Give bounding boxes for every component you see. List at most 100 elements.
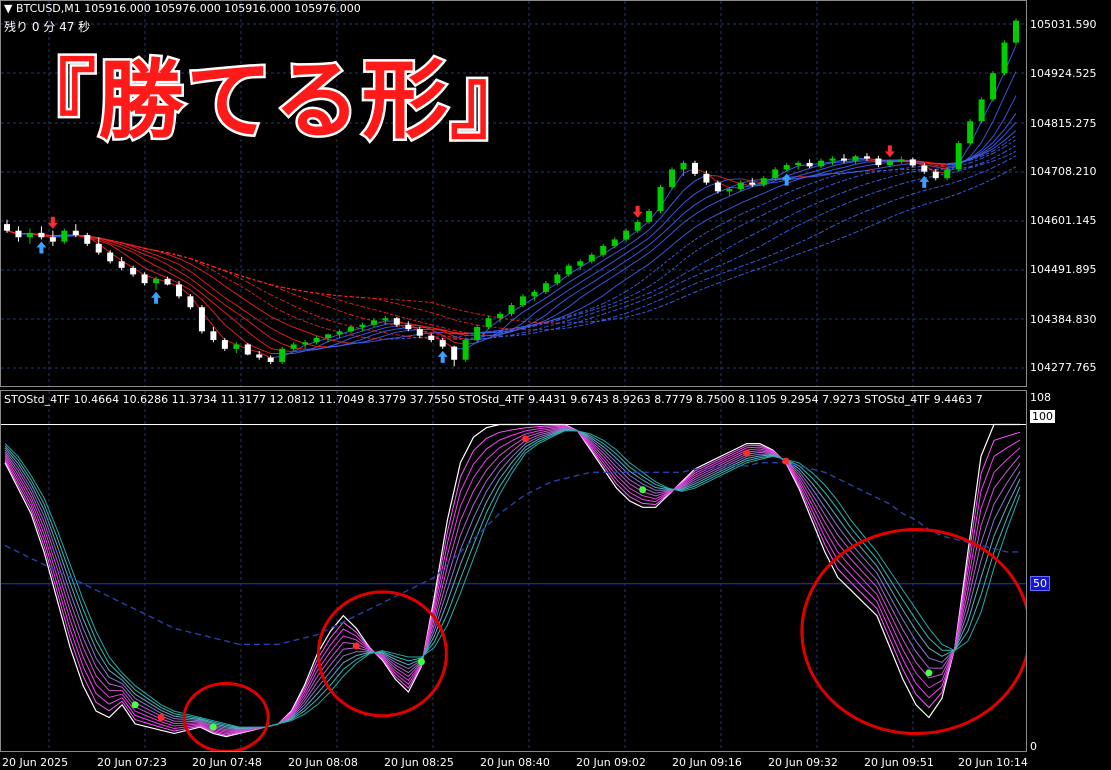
indicator-panel[interactable] [0,390,1027,752]
ma-segment [935,184,948,189]
ma-segment [625,260,638,269]
candle-body [703,173,710,183]
ma-segment [396,337,409,340]
ma-segment [373,297,386,300]
ma-segment [832,179,845,185]
ma-segment [924,200,936,206]
slow-signal-line [4,462,1020,645]
time-tick: 20 Jun 09:02 [576,756,646,769]
ma-segment [683,204,696,215]
candle-body [577,261,584,266]
ma-segment [419,309,432,314]
ma-segment [901,193,913,199]
ma-segment [797,237,810,244]
ma-segment [866,205,879,212]
ma-segment [1004,95,1017,119]
ma-segment [591,260,604,269]
ma-segment [637,297,650,303]
ma-segment [729,202,742,210]
ma-segment [947,193,959,199]
candle-body [382,318,389,321]
ma-segment [568,282,581,291]
ma-segment [293,293,306,300]
collapse-arrow-icon[interactable]: ▼ [4,2,12,15]
ma-segment [614,267,627,277]
candle-body [256,354,263,358]
candle-body [474,326,481,341]
symbol-label: BTCUSD,M1 [15,2,81,15]
ma-segment [843,176,856,181]
ma-segment [545,328,558,331]
ma-segment [121,251,134,261]
ma-segment [327,319,340,324]
ma-segment [717,246,730,255]
ma-segment [236,304,249,314]
ma-segment [763,262,776,268]
price-tick: 104708.210 [1030,165,1097,178]
ma-segment [706,254,719,262]
ma-segment [947,180,959,186]
ma-segment [671,296,684,303]
ma-segment [568,297,581,308]
ma-segment [580,321,592,323]
ma-segment [247,331,260,341]
ma-segment [603,309,615,315]
ma-segment [224,312,237,323]
ma-segment [591,313,604,319]
candle-body [737,182,744,190]
ma-segment [282,286,294,291]
ma-segment [878,217,891,224]
candle-body [978,99,985,122]
candle-body [233,344,240,349]
ma-segment [878,165,890,169]
candle-body [955,143,962,170]
candle-body [967,121,974,144]
ma-segment [660,301,673,308]
ma-segment [580,317,592,323]
ma-segment [362,334,375,340]
ma-segment [958,176,971,182]
ma-segment [293,289,306,292]
ma-segment [740,261,753,267]
ma-segment [763,198,776,205]
ma-segment [591,309,604,314]
buy-arrow-icon [36,241,47,254]
ma-segment [190,263,203,272]
candle-body [680,162,687,170]
ma-segment [373,327,386,332]
ma-segment [694,206,707,215]
ma-segment [534,304,547,314]
ma-segment [385,325,397,329]
ma-segment [568,274,581,283]
ma-segment [1004,145,1017,153]
indicator-level-100: 100 [1030,410,1055,423]
ma-segment [683,283,696,290]
price-tick: 105031.590 [1030,18,1097,31]
time-tick: 20 Jun 08:25 [384,756,454,769]
ma-segment [683,193,696,204]
candle-body [588,254,595,262]
ma-segment [820,175,833,181]
ma-segment [350,330,363,336]
ma-segment [603,305,615,311]
ma-segment [797,183,810,189]
ma-segment [717,175,730,181]
ma-segment [373,309,386,314]
ma-segment [797,192,810,199]
ma-segment [270,327,283,335]
ma-segment [775,257,787,264]
candle-body [38,232,45,238]
stochastic-line [4,428,1021,730]
ma-segment [706,237,719,245]
ma-segment [878,201,891,207]
ma-segment [258,329,272,339]
candle-body [497,313,504,319]
ma-segment [557,289,570,298]
ma-segment [224,276,237,285]
ma-segment [843,163,856,168]
ma-segment [809,245,822,251]
ma-segment [591,282,604,291]
ma-segment [316,325,329,330]
ma-segment [694,286,707,293]
ma-segment [259,288,271,296]
